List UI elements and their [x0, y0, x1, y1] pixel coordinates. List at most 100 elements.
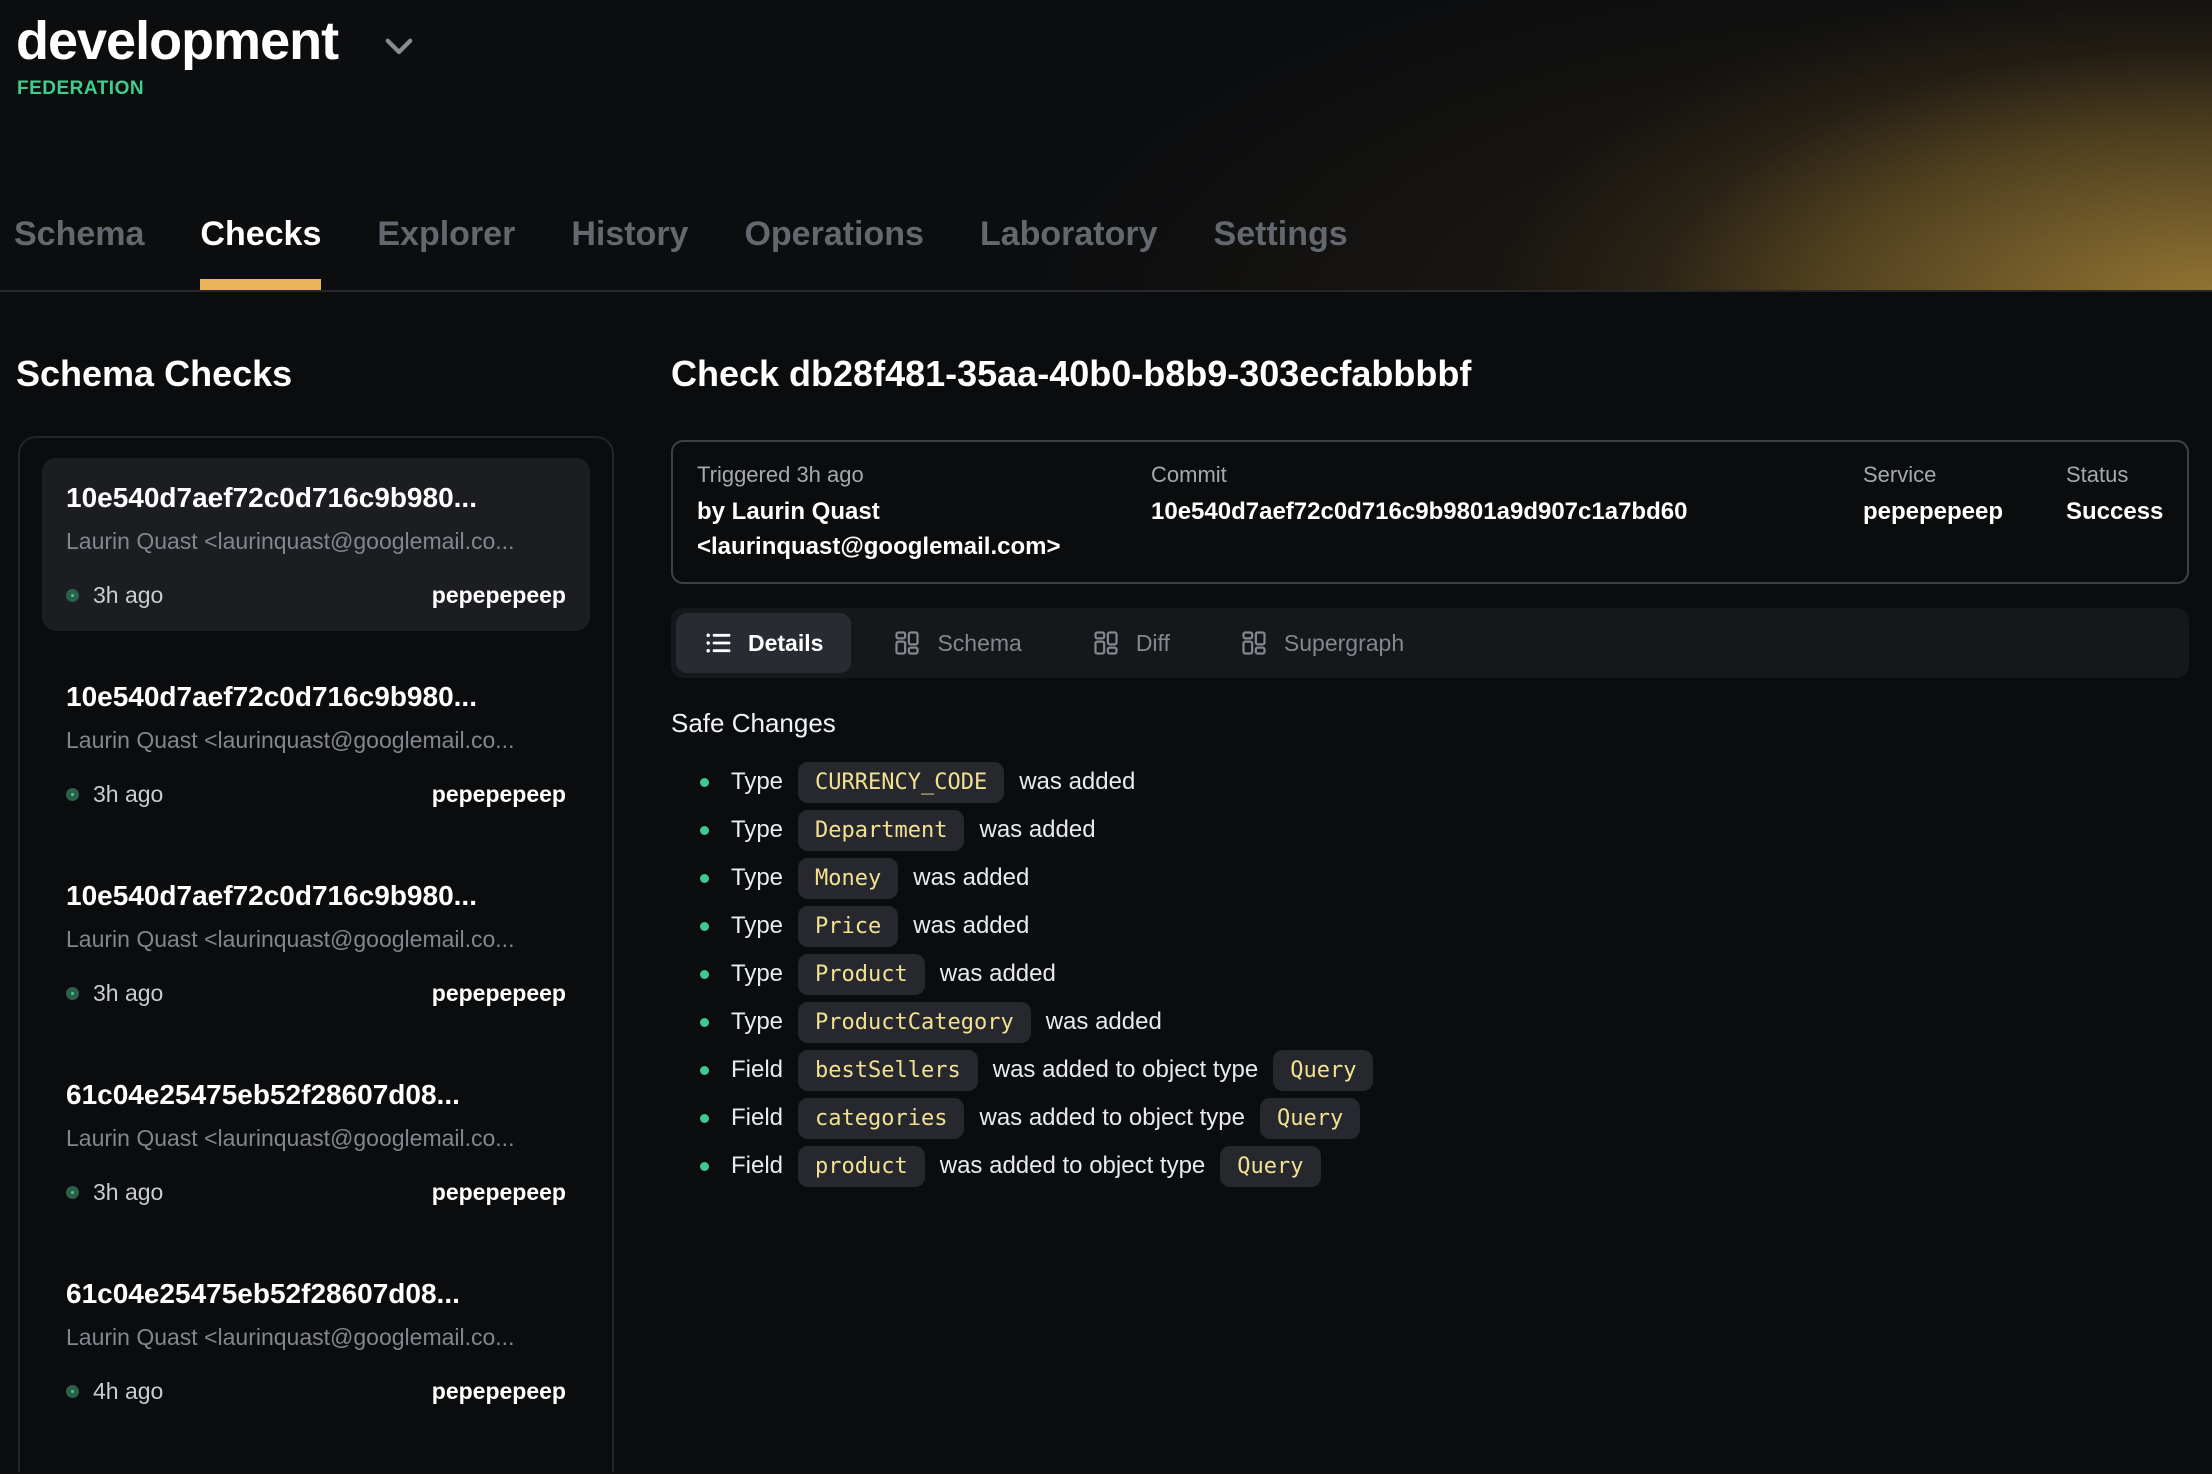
- check-meta-row: 3h ago pepepepeep: [66, 582, 566, 609]
- nav-tab-label: Laboratory: [980, 215, 1158, 253]
- status-value: Success: [2066, 494, 2163, 529]
- meta-commit: Commit 10e540d7aef72c0d716c9b9801a9d907c…: [1151, 460, 1863, 564]
- change-text: Type: [731, 912, 783, 940]
- change-text: Type: [731, 816, 783, 844]
- change-text: was added: [913, 912, 1029, 940]
- check-detail-panel: Check db28f481-35aa-40b0-b8b9-303ecfabbb…: [632, 292, 2212, 1472]
- check-list-item[interactable]: 10e540d7aef72c0d716c9b980... Laurin Quas…: [42, 458, 590, 631]
- list-icon: [704, 629, 732, 657]
- view-tab-diff[interactable]: Diff: [1064, 613, 1198, 673]
- bullet-icon: [700, 826, 709, 835]
- check-commit: 61c04e25475eb52f28607d08...: [66, 1077, 566, 1113]
- nav-tab-schema[interactable]: Schema: [14, 214, 144, 290]
- change-text: Type: [731, 864, 783, 892]
- change-text: Type: [731, 960, 783, 988]
- meta-service: Service pepepepeep: [1863, 460, 2066, 564]
- nav-tab-history[interactable]: History: [571, 214, 688, 290]
- nav-tab-label: History: [571, 215, 688, 253]
- check-title: Check db28f481-35aa-40b0-b8b9-303ecfabbb…: [671, 352, 2189, 396]
- change-text: was added: [1046, 1008, 1162, 1036]
- project-header: development FEDERATION Schema Checks Explo…: [0, 0, 2212, 292]
- change-text: was added: [979, 816, 1095, 844]
- change-text: was added: [913, 864, 1029, 892]
- check-meta-row: 3h ago pepepepeep: [66, 781, 566, 808]
- nav-tab-explorer[interactable]: Explorer: [377, 214, 515, 290]
- change-text: was added: [940, 960, 1056, 988]
- change-row: Field bestSellers was added to object type…: [671, 1046, 2189, 1094]
- check-status-dot: [66, 788, 79, 801]
- target-name[interactable]: development: [16, 8, 338, 74]
- bullet-icon: [700, 1018, 709, 1027]
- check-service: pepepepeep: [432, 1179, 566, 1206]
- check-status-dot: [66, 1385, 79, 1398]
- bullet-icon: [700, 1114, 709, 1123]
- changes-title: Safe Changes: [671, 706, 2189, 740]
- check-list-item[interactable]: 10e540d7aef72c0d716c9b980... Laurin Quas…: [42, 657, 590, 830]
- nav-tab-laboratory[interactable]: Laboratory: [980, 214, 1158, 290]
- nav-tab-label: Checks: [200, 215, 321, 253]
- check-list-item[interactable]: 61c04e25475eb52f28607d08... Laurin Quast…: [42, 1254, 590, 1427]
- meta-status: Status Success: [2066, 460, 2163, 564]
- view-tab-details[interactable]: Details: [676, 613, 851, 673]
- main-nav: Schema Checks Explorer History Operations Lab…: [14, 214, 1348, 290]
- change-text: Type: [731, 1008, 783, 1036]
- check-time: 3h ago: [93, 582, 163, 609]
- change-row: Field product was added to object type Quer…: [671, 1142, 2189, 1190]
- code-chip: ProductCategory: [798, 1002, 1031, 1043]
- nav-tab-label: Settings: [1214, 215, 1348, 253]
- change-row: TypeMoneywas added: [671, 854, 2189, 902]
- commit-hash: 10e540d7aef72c0d716c9b9801a9d907c1a7bd60: [1151, 494, 1863, 529]
- nav-tab-checks[interactable]: Checks: [200, 214, 321, 290]
- check-list-item[interactable]: 61c04e25475eb52f28607d08... Laurin Quast…: [42, 1055, 590, 1228]
- check-meta-row: 4h ago pepepepeep: [66, 1378, 566, 1405]
- triggered-by: by Laurin Quast: [697, 494, 1151, 529]
- sidebar-title: Schema Checks: [16, 352, 632, 396]
- change-text: was added to object type: [993, 1056, 1259, 1084]
- check-list-item[interactable]: 10e540d7aef72c0d716c9b980... Laurin Quas…: [42, 856, 590, 1029]
- nav-tab-label: Schema: [14, 215, 144, 253]
- target-selector[interactable]: development: [0, 0, 2212, 74]
- columns-icon: [1092, 629, 1120, 657]
- change-text: was added: [1019, 768, 1135, 796]
- check-service: pepepepeep: [432, 1378, 566, 1405]
- change-text: Type: [731, 768, 783, 796]
- change-text: was added to object type: [940, 1152, 1206, 1180]
- check-status-dot: [66, 589, 79, 602]
- bullet-icon: [700, 970, 709, 979]
- chevron-down-icon[interactable]: [384, 37, 414, 57]
- check-service: pepepepeep: [432, 582, 566, 609]
- columns-icon: [893, 629, 921, 657]
- commit-label: Commit: [1151, 460, 1863, 490]
- change-row: TypePricewas added: [671, 902, 2189, 950]
- bullet-icon: [700, 922, 709, 931]
- check-commit: 10e540d7aef72c0d716c9b980...: [66, 480, 566, 516]
- change-text: Field: [731, 1152, 783, 1180]
- change-text: was added to object type: [979, 1104, 1245, 1132]
- service-label: Service: [1863, 460, 2066, 490]
- change-row: Type ProductCategory was added: [671, 998, 2189, 1046]
- check-author: Laurin Quast <laurinquast@googlemail.co.…: [66, 725, 566, 755]
- view-tabs: Details Schema Diff Supergraph: [671, 608, 2189, 678]
- nav-tab-label: Explorer: [377, 215, 515, 253]
- change-text: Field: [731, 1056, 783, 1084]
- code-chip: bestSellers: [798, 1050, 978, 1091]
- check-service: pepepepeep: [432, 781, 566, 808]
- check-meta-box: Triggered 3h ago by Laurin Quast <laurin…: [671, 440, 2189, 584]
- view-tab-supergraph[interactable]: Supergraph: [1212, 613, 1432, 673]
- meta-triggered: Triggered 3h ago by Laurin Quast <laurin…: [697, 460, 1151, 564]
- code-chip: Query: [1220, 1146, 1320, 1187]
- columns-icon: [1240, 629, 1268, 657]
- content: Schema Checks 10e540d7aef72c0d716c9b980.…: [0, 292, 2212, 1472]
- change-text: Field: [731, 1104, 783, 1132]
- view-tab-schema[interactable]: Schema: [865, 613, 1049, 673]
- changes-list: TypeCURRENCY_CODEwas addedTypeDepartment…: [671, 758, 2189, 1190]
- check-status-dot: [66, 987, 79, 1000]
- view-tab-label: Details: [748, 628, 823, 658]
- bullet-icon: [700, 1066, 709, 1075]
- nav-tab-settings[interactable]: Settings: [1214, 214, 1348, 290]
- nav-tab-operations[interactable]: Operations: [744, 214, 923, 290]
- check-author: Laurin Quast <laurinquast@googlemail.co.…: [66, 924, 566, 954]
- project-type-badge: FEDERATION: [17, 78, 2212, 100]
- bullet-icon: [700, 1162, 709, 1171]
- code-chip: product: [798, 1146, 925, 1187]
